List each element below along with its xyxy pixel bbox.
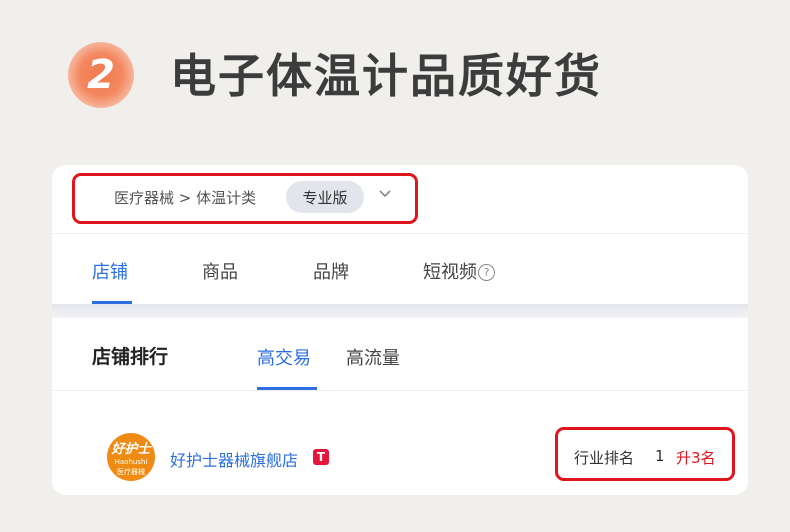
- list-item[interactable]: 好护士 Haohushi 医疗器械 好护士器械旗舰店 T 行业排名 1 升3名: [52, 391, 748, 495]
- store-name-link[interactable]: 好护士器械旗舰店: [170, 447, 298, 471]
- active-subtab-indicator: [257, 387, 317, 390]
- ranking-header: 店铺排行 高交易 高流量: [52, 318, 748, 391]
- main-tabs: 店铺 商品 品牌 短视频?: [52, 234, 748, 304]
- section-divider: [52, 304, 748, 318]
- tab-products[interactable]: 商品: [202, 258, 238, 284]
- industry-rank-label: 行业排名: [574, 449, 635, 467]
- tab-brands[interactable]: 品牌: [313, 258, 349, 284]
- edition-badge[interactable]: 专业版: [286, 181, 364, 213]
- ranking-card: 医疗器械 > 体温计类 专业版 店铺 商品 品牌 短视频? 店铺排行 高交易 高…: [52, 165, 748, 495]
- section-title: 店铺排行: [92, 346, 169, 368]
- step-number-badge: 2: [68, 42, 134, 108]
- page-title: 电子体温计品质好货: [170, 49, 602, 103]
- subtab-high-transaction[interactable]: 高交易: [257, 344, 311, 370]
- tab-short-video[interactable]: 短视频?: [423, 258, 495, 284]
- tab-short-video-label: 短视频: [423, 262, 477, 283]
- tab-store[interactable]: 店铺: [92, 258, 128, 284]
- store-logo: 好护士 Haohushi 医疗器械: [107, 433, 155, 481]
- rank-change-badge: 升3名: [676, 449, 716, 467]
- breadcrumb[interactable]: 医疗器械 > 体温计类: [114, 187, 256, 208]
- page-header: 2 电子体温计品质好货: [0, 0, 790, 150]
- subtab-high-traffic[interactable]: 高流量: [346, 344, 400, 370]
- industry-rank-value: 1: [655, 447, 665, 465]
- help-icon[interactable]: ?: [478, 264, 495, 281]
- breadcrumb-row: 医疗器械 > 体温计类 专业版: [52, 165, 748, 234]
- chevron-down-icon[interactable]: [378, 187, 392, 201]
- tmall-icon: T: [313, 449, 329, 465]
